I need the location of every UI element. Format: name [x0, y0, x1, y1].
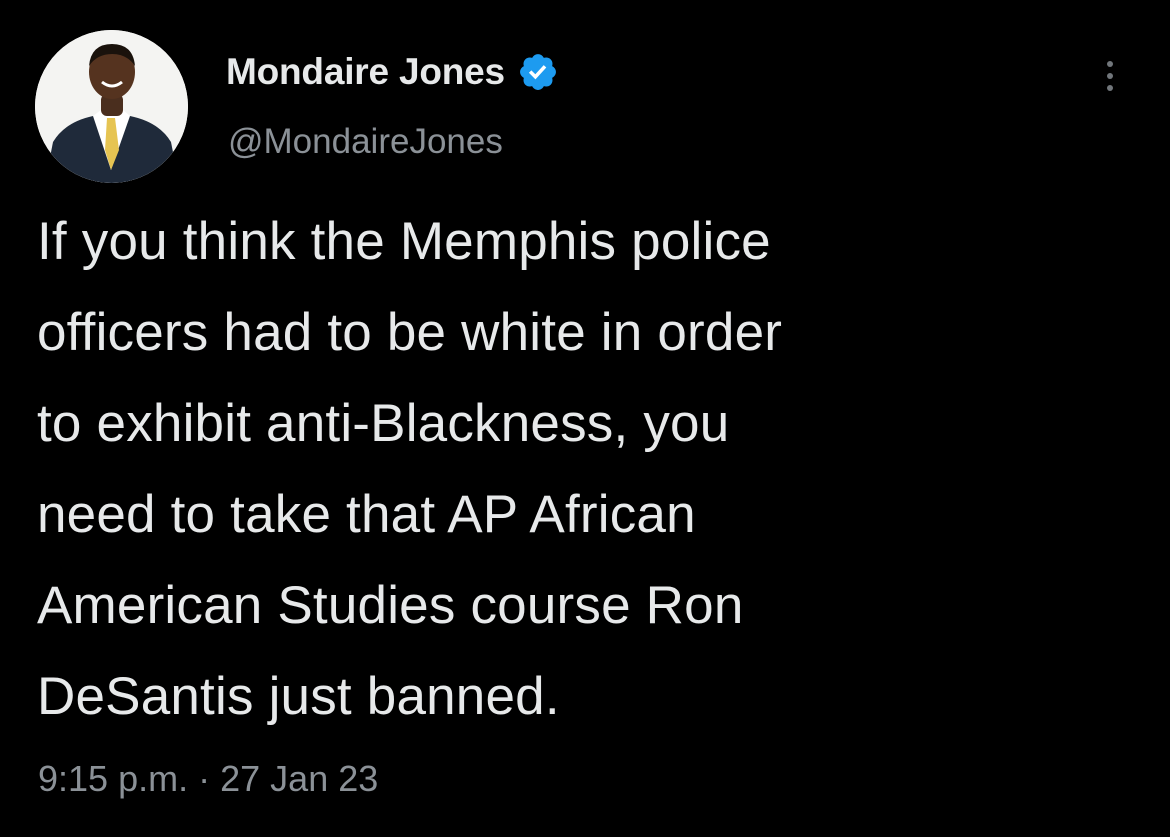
tweet-text-line: to exhibit anti-Blackness, you	[37, 394, 730, 453]
tweet-body: If you think the Memphis police officers…	[37, 196, 1127, 742]
tweet-timestamp[interactable]: 9:15 p.m. · 27 Jan 23	[38, 758, 378, 800]
author-handle[interactable]: @MondaireJones	[228, 122, 503, 162]
tweet-text-line: If you think the Memphis police	[37, 212, 771, 271]
timestamp-separator: ·	[198, 758, 211, 799]
more-options-icon	[1107, 61, 1113, 67]
tweet-text-line: need to take that AP African	[37, 485, 696, 544]
tweet-date[interactable]: 27 Jan 23	[220, 758, 378, 799]
profile-photo-icon	[35, 30, 188, 183]
tweet-card: Mondaire Jones @MondaireJones If you thi…	[0, 0, 1170, 837]
verified-badge-icon	[517, 51, 559, 93]
more-options-icon-dot	[1107, 85, 1113, 91]
author-name-row[interactable]: Mondaire Jones	[226, 48, 559, 96]
author-avatar[interactable]	[35, 30, 188, 183]
author-display-name[interactable]: Mondaire Jones	[226, 51, 505, 93]
tweet-text-line: officers had to be white in order	[37, 303, 783, 362]
more-options-button[interactable]	[1096, 52, 1124, 100]
more-options-icon-dot	[1107, 73, 1113, 79]
tweet-time[interactable]: 9:15 p.m.	[38, 758, 188, 799]
tweet-text-line: American Studies course Ron	[37, 576, 744, 635]
tweet-text-line: DeSantis just banned.	[37, 667, 560, 726]
